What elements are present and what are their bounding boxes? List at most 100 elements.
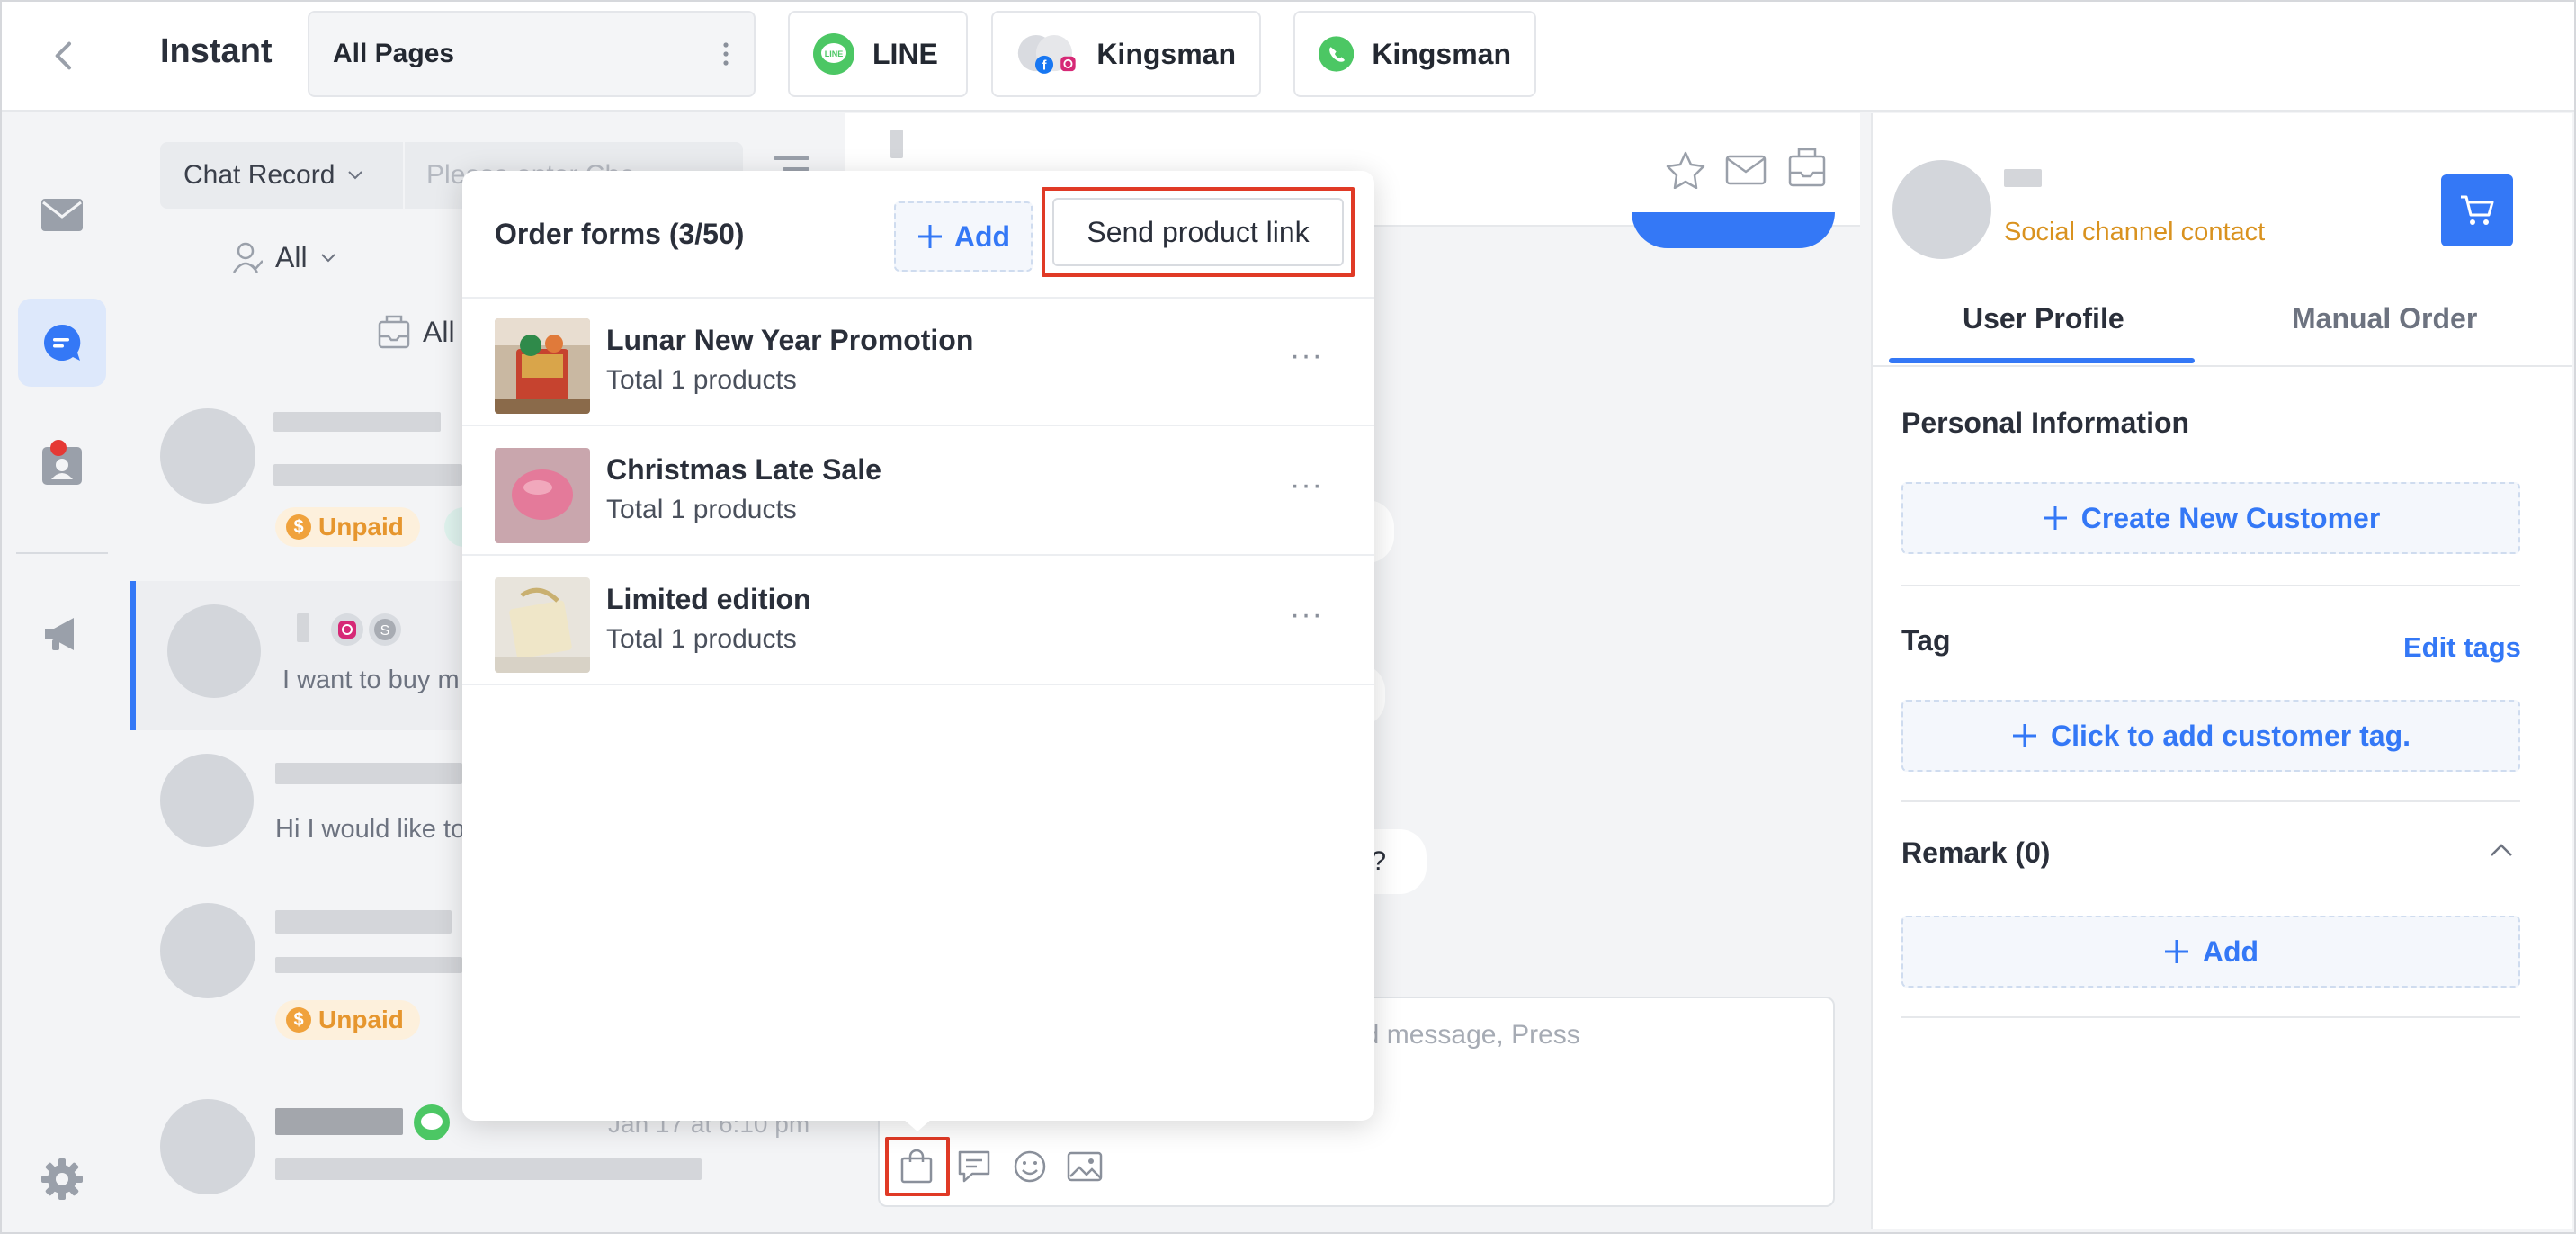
- image-icon[interactable]: [1067, 1151, 1103, 1182]
- avatar: [160, 408, 255, 504]
- avatar: [167, 604, 261, 698]
- channel-tab-kingsman-whatsapp[interactable]: Kingsman: [1293, 11, 1536, 97]
- add-order-form-button[interactable]: Add: [894, 201, 1033, 272]
- tab-user-profile[interactable]: User Profile: [1963, 302, 2124, 335]
- inbox-filter-label: All: [423, 315, 455, 348]
- avatar: [160, 754, 254, 847]
- dollar-coin-icon: $: [286, 1007, 311, 1033]
- send-product-link-button[interactable]: Send product link: [1052, 198, 1344, 266]
- plus-icon: [2164, 940, 2188, 963]
- instagram-icon: [331, 613, 363, 646]
- composer-hint: nd message, Press: [1349, 1020, 1580, 1050]
- plus-icon: [917, 225, 942, 248]
- redacted-name: [275, 910, 452, 934]
- section-title-remark: Remark (0): [1901, 836, 2051, 869]
- emoji-icon[interactable]: [1013, 1149, 1047, 1184]
- redacted-name: [297, 613, 309, 642]
- section-title-personal: Personal Information: [1901, 407, 2190, 439]
- assignee-filter[interactable]: All: [232, 241, 336, 274]
- chevron-up-icon[interactable]: [2490, 842, 2513, 858]
- edit-tags-link[interactable]: Edit tags: [2403, 631, 2521, 664]
- rail-broadcast[interactable]: [18, 590, 106, 678]
- inbox-filter[interactable]: All: [378, 315, 455, 349]
- redacted-chat-name: [890, 130, 903, 158]
- product-thumbnail: [495, 577, 590, 673]
- plus-icon: [2043, 506, 2067, 530]
- tab-manual-order[interactable]: Manual Order: [2292, 302, 2477, 335]
- search-type-label: Chat Record: [183, 160, 335, 190]
- avatar: [160, 903, 255, 998]
- channel-tab-line[interactable]: LINE LINE: [788, 11, 968, 97]
- redacted-name: [275, 1108, 403, 1135]
- product-thumbnail: [495, 318, 590, 414]
- order-form-name: Limited edition: [606, 583, 811, 615]
- facebook-instagram-icon: f: [1017, 35, 1076, 74]
- cart-button[interactable]: [2441, 174, 2513, 246]
- more-vertical-icon[interactable]: [721, 40, 730, 67]
- redacted-name: [273, 412, 441, 432]
- inbox-icon[interactable]: [1788, 148, 1826, 187]
- redacted-preview: [275, 957, 462, 973]
- channel-tab-label: Kingsman: [1096, 37, 1236, 70]
- mail-icon[interactable]: [1725, 155, 1767, 185]
- rail-contacts[interactable]: [18, 419, 106, 507]
- send-product-link-label: Send product link: [1087, 215, 1310, 248]
- create-customer-label: Create New Customer: [2080, 501, 2381, 534]
- message-preview: Hi I would like to: [275, 815, 466, 844]
- rail-chat[interactable]: [18, 299, 106, 387]
- order-form-name: Christmas Late Sale: [606, 453, 881, 486]
- plus-icon: [2012, 724, 2036, 747]
- section-title-tag: Tag: [1901, 624, 1951, 657]
- popup-arrow: [903, 1119, 932, 1131]
- quick-reply-icon[interactable]: [957, 1149, 991, 1184]
- rail-settings[interactable]: [18, 1135, 106, 1223]
- settings-icon: [41, 1158, 83, 1200]
- search-type-select[interactable]: Chat Record: [160, 142, 403, 209]
- inbox-icon: [378, 315, 410, 349]
- page-select[interactable]: All Pages: [308, 11, 756, 97]
- chevron-left-icon: [55, 41, 71, 70]
- channel-tab-kingsman-fb[interactable]: f Kingsman: [991, 11, 1261, 97]
- status-badge-unpaid: $ Unpaid: [275, 507, 420, 547]
- add-remark-button[interactable]: Add: [1901, 916, 2520, 988]
- add-tag-button[interactable]: Click to add customer tag.: [1901, 700, 2520, 772]
- contact-type: Social channel contact: [2004, 218, 2266, 246]
- message-preview: I want to buy m: [282, 666, 460, 694]
- star-icon[interactable]: [1666, 151, 1705, 189]
- redacted-preview: [273, 464, 462, 486]
- page-select-label: All Pages: [333, 39, 455, 68]
- chat-icon: [44, 324, 81, 361]
- more-horizontal-icon[interactable]: ···: [1290, 468, 1323, 503]
- rail-mail[interactable]: [18, 171, 106, 259]
- create-customer-button[interactable]: Create New Customer: [1901, 482, 2520, 554]
- app-title: Instant: [160, 32, 273, 70]
- svg-text:f: f: [1042, 58, 1047, 73]
- order-form-row[interactable]: Limited edition Total 1 products ···: [462, 558, 1374, 685]
- more-horizontal-icon[interactable]: ···: [1290, 338, 1323, 373]
- order-form-row[interactable]: Lunar New Year Promotion Total 1 product…: [462, 299, 1374, 426]
- back-button[interactable]: [0, 0, 130, 112]
- add-remark-label: Add: [2202, 934, 2259, 968]
- popup-title: Order forms (3/50): [495, 218, 745, 250]
- top-bar: Instant All Pages LINE LINE f Kingsman K…: [0, 0, 2576, 112]
- divider: [1901, 800, 2520, 802]
- order-form-count: Total 1 products: [606, 365, 797, 395]
- order-form-count: Total 1 products: [606, 495, 797, 524]
- add-order-form-label: Add: [953, 219, 1011, 253]
- more-horizontal-icon[interactable]: ···: [1290, 597, 1323, 632]
- add-tag-label: Click to add customer tag.: [2050, 719, 2411, 752]
- status-badge-label: Unpaid: [318, 513, 404, 541]
- order-form-row[interactable]: Christmas Late Sale Total 1 products ···: [462, 428, 1374, 556]
- chevron-down-icon: [348, 171, 363, 180]
- user-icon: [232, 242, 263, 273]
- tab-divider: [1873, 365, 2572, 367]
- megaphone-icon: [45, 618, 74, 650]
- line-icon: LINE: [813, 33, 854, 75]
- chevron-down-icon: [320, 253, 335, 262]
- redacted-contact-name: [2004, 169, 2042, 187]
- contact-avatar: [1892, 160, 1991, 259]
- contacts-icon: [42, 440, 82, 485]
- chat-bubble-outgoing: [1632, 212, 1835, 248]
- product-thumbnail: [495, 448, 590, 543]
- highlight-box: [885, 1137, 950, 1196]
